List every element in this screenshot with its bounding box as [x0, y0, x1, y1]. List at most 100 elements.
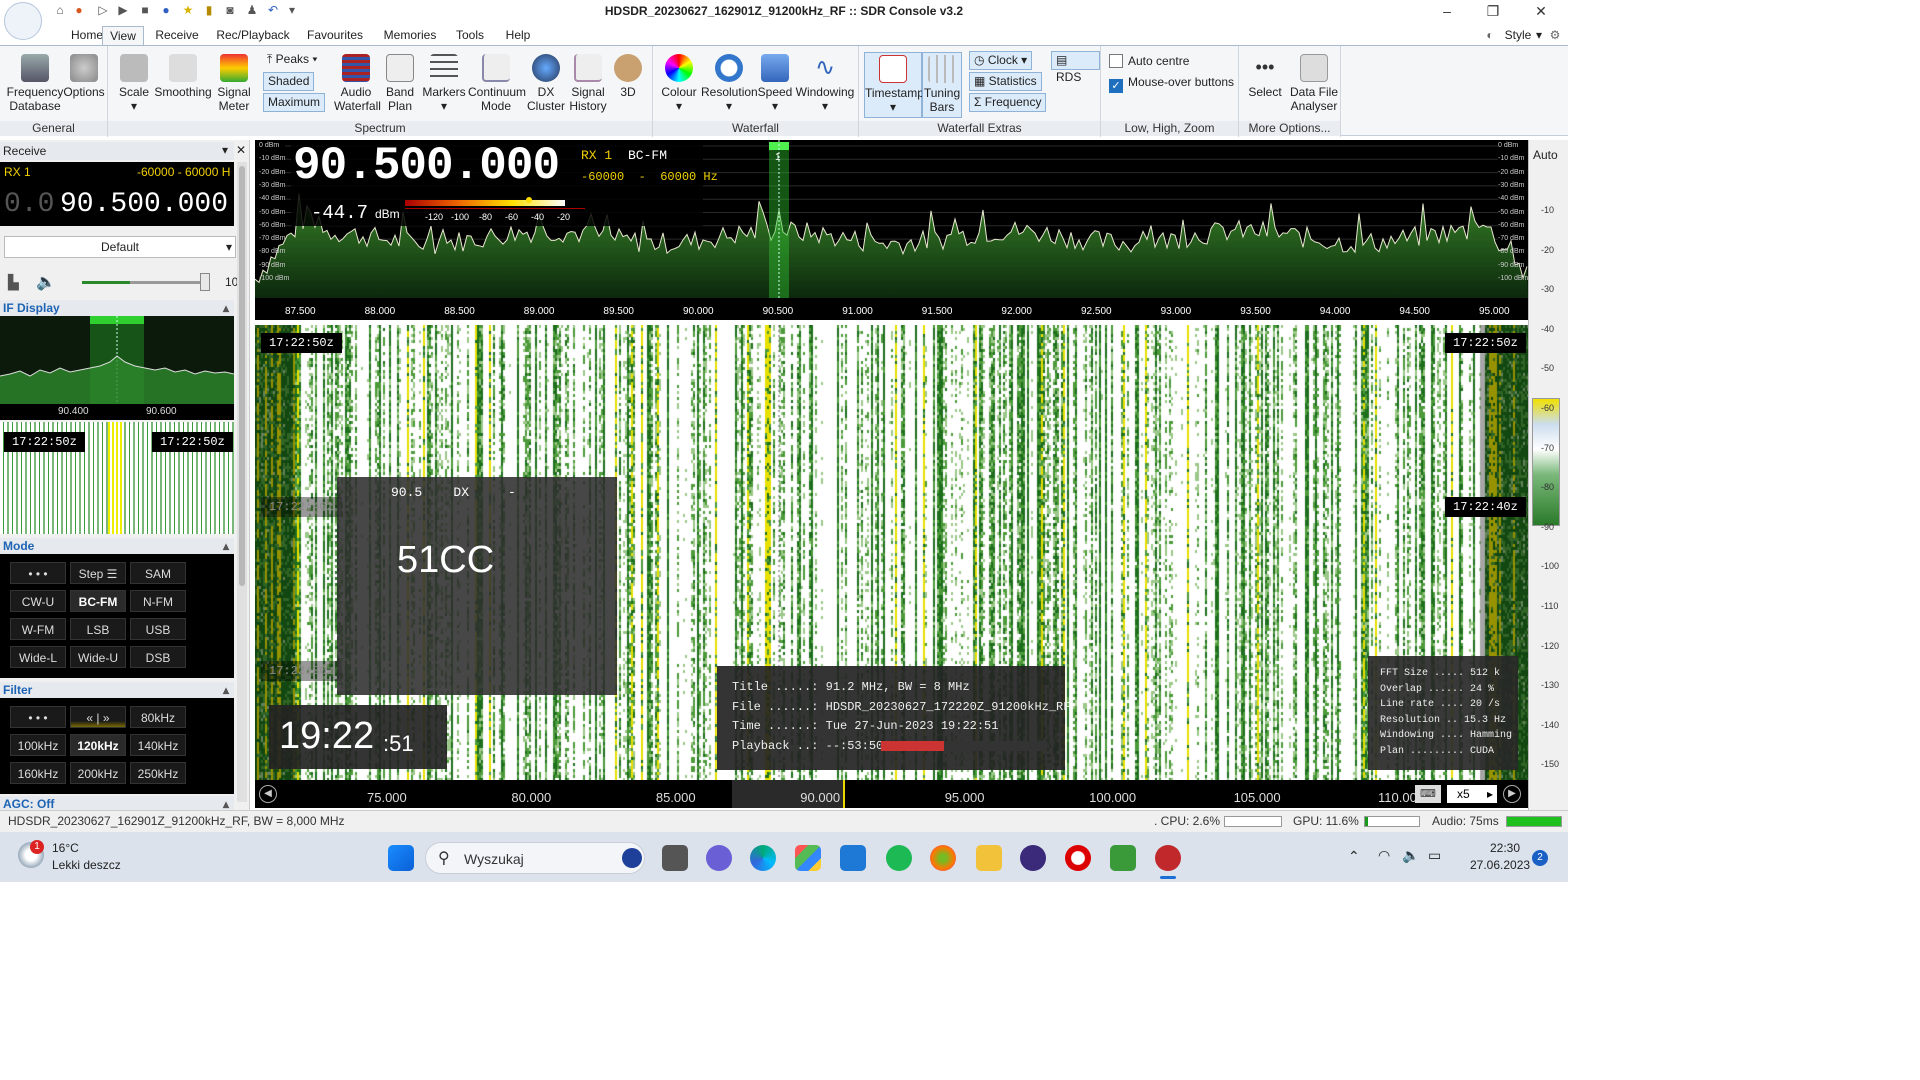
tab-rec-playback[interactable]: Rec/Playback [212, 26, 294, 46]
panel-scrollbar[interactable] [237, 162, 247, 802]
scroll-right-icon[interactable]: ▶ [1503, 785, 1521, 803]
waterfall-level-scale[interactable]: Auto -10 -20 -30 -40 -50 -60 -70 -80 -90 -100 -110… [1528, 140, 1568, 810]
weather-desc[interactable]: Lekki deszcz [52, 858, 121, 872]
panel-scrollbar-thumb[interactable] [239, 166, 245, 586]
maximize-button[interactable]: ❐ [1470, 0, 1516, 23]
taskbar-search-box[interactable]: ⚲ Wyszukaj [425, 842, 645, 874]
firefox-icon[interactable] [930, 845, 956, 871]
taskbar-time[interactable]: 22:30 [1490, 841, 1520, 855]
clock-button[interactable]: ◷ Clock ▾ [969, 51, 1033, 70]
pin-icon[interactable]: ▾ [222, 143, 228, 157]
volume-slider-thumb[interactable] [200, 273, 210, 291]
file-explorer-icon[interactable] [976, 845, 1002, 871]
tab-favourites[interactable]: Favourites [300, 26, 370, 46]
spotify-icon[interactable] [886, 845, 912, 871]
zoom-selector[interactable]: x5 ▸ [1447, 785, 1497, 803]
band-plan-button[interactable]: Band Plan [380, 54, 420, 113]
frequency-button[interactable]: Σ Frequency [969, 93, 1047, 112]
close-button[interactable]: ✕ [1518, 0, 1564, 23]
mouse-over-buttons-checkbox[interactable]: ✓ Mouse-over buttons [1109, 74, 1234, 93]
keyboard-icon[interactable]: ⌨ [1415, 785, 1441, 803]
style-menu[interactable]: Style [1504, 26, 1532, 46]
mode-sam-button[interactable]: SAM [130, 562, 186, 584]
dx-cluster-button[interactable]: DX Cluster [526, 54, 566, 113]
receive-frequency[interactable]: 90.500.000 [60, 189, 228, 220]
level-range-slider[interactable] [1532, 398, 1560, 526]
speed-button[interactable]: Speed ▾ [757, 54, 793, 113]
preset-dropdown[interactable]: Default ▾ [4, 236, 236, 258]
mode-lsb-button[interactable]: LSB [70, 618, 126, 640]
filter-collapse-icon[interactable]: ▴ [223, 682, 229, 698]
edge-browser-icon[interactable] [750, 845, 776, 871]
mode-n-fm-button[interactable]: N-FM [130, 590, 186, 612]
volume-icon[interactable]: 🔈 [1402, 847, 1419, 864]
taskbar-date[interactable]: 27.06.2023 [1470, 858, 1530, 872]
mode-bc-fm-button[interactable]: BC-FM [70, 590, 126, 612]
if-display-collapse-icon[interactable]: ▴ [223, 300, 229, 316]
windowing-button[interactable]: ∿ Windowing ▾ [795, 54, 855, 113]
panel-close-icon[interactable]: ✕ [236, 143, 246, 157]
weather-temp[interactable]: 16°C [52, 841, 79, 855]
if-display-header[interactable]: IF Display ▴ [0, 300, 234, 316]
tab-tools[interactable]: Tools [450, 26, 490, 46]
mail-icon[interactable] [840, 845, 866, 871]
signal-history-button[interactable]: Signal History [566, 54, 610, 113]
options-button[interactable]: Options [62, 54, 106, 99]
tuning-bars-button[interactable]: Tuning Bars [922, 52, 962, 118]
mode-header[interactable]: Mode ▴ [0, 538, 234, 554]
filter-140khz-button[interactable]: 140kHz [130, 734, 186, 756]
mode-more-button[interactable]: • • • [10, 562, 66, 584]
waterfall-display[interactable]: 17:22:50z 17:22:40z 17:22:30z 17:22:50z … [255, 325, 1528, 780]
receiver-marker[interactable]: 1 [775, 152, 781, 163]
mode-cw-u-button[interactable]: CW-U [10, 590, 66, 612]
mode-dsb-button[interactable]: DSB [130, 646, 186, 668]
tab-view[interactable]: View [102, 26, 144, 46]
signal-meter-button[interactable]: Signal Meter [212, 54, 256, 113]
style-dropdown-icon[interactable]: ▾ [1534, 26, 1544, 46]
overview-frequency-axis[interactable]: ◀ 75.000 80.000 85.000 90.000 95.000 100.000 1… [255, 780, 1528, 808]
microsoft-store-icon[interactable] [795, 845, 821, 871]
filter-100khz-button[interactable]: 100kHz [10, 734, 66, 756]
mode-collapse-icon[interactable]: ▴ [223, 538, 229, 554]
battery-icon[interactable]: ▭ [1428, 847, 1441, 864]
minimize-button[interactable]: – [1424, 0, 1470, 23]
filter-250khz-button[interactable]: 250kHz [130, 762, 186, 784]
filter-more-button[interactable]: • • • [10, 706, 66, 728]
wifi-icon[interactable]: ◠ [1378, 847, 1390, 864]
chat-app-icon[interactable] [1020, 845, 1046, 871]
maximum-button[interactable]: Maximum [263, 93, 326, 112]
3d-button[interactable]: 3D [612, 54, 644, 99]
spectrum-display[interactable]: 1 90.500.000 RX 1 BC-FM -60000 - 60000 H… [255, 140, 1528, 320]
mode-usb-button[interactable]: USB [130, 618, 186, 640]
notepad-app-icon[interactable] [1110, 845, 1136, 871]
filter-120khz-button[interactable]: 120kHz [70, 734, 126, 756]
notification-badge[interactable]: 2 [1532, 850, 1548, 866]
filter-adjust-button[interactable]: « | » [70, 706, 126, 728]
speaker-icon[interactable]: 🔈 [36, 272, 56, 292]
filter-header[interactable]: Filter ▴ [0, 682, 234, 698]
opera-icon[interactable] [1065, 845, 1091, 871]
statistics-button[interactable]: ▦ Statistics [969, 72, 1042, 91]
resolution-button[interactable]: Resolution ▾ [701, 54, 758, 113]
continuum-mode-button[interactable]: Continuum Mode [468, 54, 526, 113]
playback-progress[interactable] [881, 741, 1047, 751]
frequency-database-button[interactable]: Frequency Database [4, 54, 66, 113]
teams-chat-icon[interactable] [706, 845, 732, 871]
peaks-button[interactable]: ⤒ Peaks ▾ [263, 51, 321, 70]
if-display-spectrum[interactable] [0, 316, 235, 404]
data-file-analyser-button[interactable]: Data File Analyser [1289, 54, 1339, 113]
auto-centre-checkbox[interactable]: Auto centre [1109, 53, 1189, 69]
task-view-icon[interactable] [662, 845, 688, 871]
shaded-button[interactable]: Shaded [263, 72, 315, 91]
big-frequency[interactable]: 90.500.000 [293, 140, 560, 192]
sdr-console-taskbar-icon[interactable] [1155, 845, 1181, 871]
timestamp-button[interactable]: Timestamp ▾ [864, 52, 924, 118]
select-button[interactable]: ••• Select [1243, 54, 1287, 99]
windows-start-icon[interactable] [388, 845, 414, 871]
rds-button[interactable]: ▤ RDS [1051, 51, 1100, 84]
smoothing-button[interactable]: Smoothing [154, 54, 212, 99]
tray-overflow-chevron-icon[interactable]: ⌃ [1348, 848, 1360, 865]
markers-button[interactable]: Markers ▾ [422, 54, 466, 113]
tab-memories[interactable]: Memories [378, 26, 442, 46]
auto-scale-button[interactable]: Auto [1533, 148, 1558, 162]
